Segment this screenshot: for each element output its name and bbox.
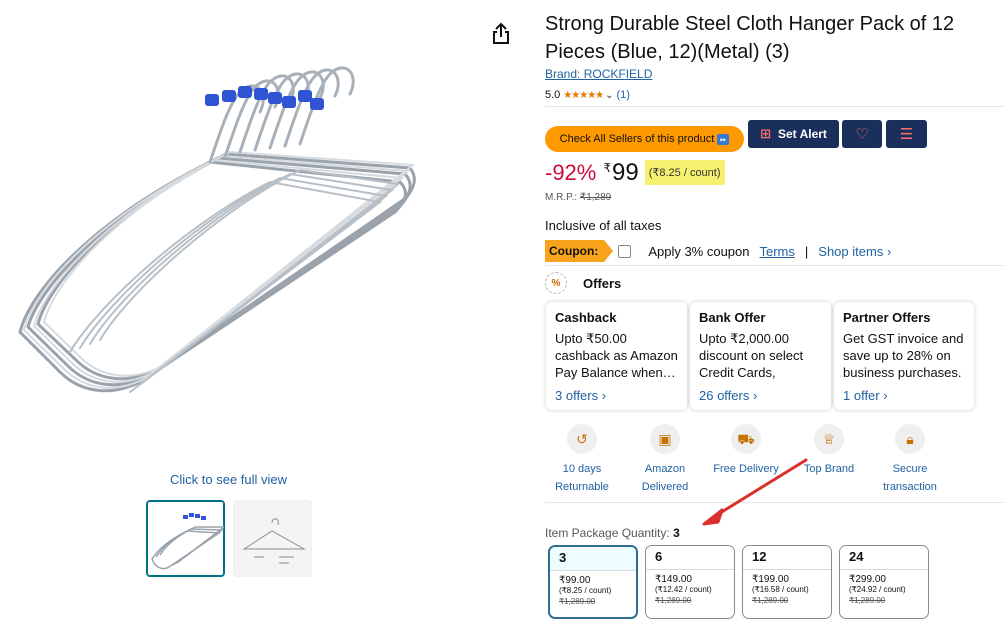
star-rating-icon[interactable]: ★★★★★: [563, 90, 604, 101]
quantity-option-mrp: ₹1,289.00: [559, 597, 596, 606]
quantity-option-12[interactable]: 12 ₹199.00 (₹16.58 / count) ₹1,289.00: [742, 545, 832, 619]
quantity-option-qty: 12: [743, 546, 831, 570]
product-main-image[interactable]: [10, 52, 430, 412]
currency-symbol: ₹: [603, 161, 611, 175]
annotation-arrow-icon: [702, 458, 808, 526]
delivery-icon: ▣: [650, 424, 680, 454]
perk-line2: Returnable: [555, 481, 609, 493]
quantity-option-unit: (₹16.58 / count): [752, 585, 809, 594]
rating-row: 5.0 ★★★★★ ⌄ (1): [545, 89, 630, 101]
see-full-view-link[interactable]: Click to see full view: [170, 472, 287, 487]
chevron-down-icon[interactable]: ⌄: [605, 90, 613, 101]
offer-card-partner[interactable]: Partner Offers Get GST invoice and save …: [834, 302, 974, 410]
quantity-option-qty: 6: [646, 546, 734, 570]
price-value: 99: [612, 159, 639, 186]
offer-description: Upto ₹50.00 cashback as Amazon Pay Balan…: [555, 331, 678, 380]
divider: [545, 106, 1004, 107]
brand-link[interactable]: Brand: ROCKFIELD: [545, 67, 652, 81]
shop-items-link[interactable]: Shop items ›: [818, 244, 891, 259]
perk-line2: Delivered: [641, 481, 689, 493]
perk-returnable[interactable]: ↺ 10 days Returnable: [541, 424, 623, 496]
offer-title: Bank Offer: [699, 310, 766, 325]
per-unit-price: (₹8.25 / count): [644, 160, 725, 185]
perk-line1: Secure: [892, 463, 928, 475]
offer-link[interactable]: 26 offers ›: [699, 388, 822, 403]
quantity-option-qty: 3: [550, 547, 636, 571]
mrp-value: ₹1,289: [579, 192, 612, 203]
divider: [545, 265, 1004, 266]
quantity-option-mrp: ₹1,289.00: [655, 596, 692, 605]
check-all-sellers-button[interactable]: Check All Sellers of this product ⏩︎: [545, 126, 744, 152]
ipq-selected-value: 3: [673, 526, 680, 540]
perk-line1: 10 days: [562, 463, 602, 475]
coupon-checkbox[interactable]: [618, 244, 632, 258]
offer-link[interactable]: 1 offer ›: [843, 388, 965, 403]
mrp-label: M.R.P.:: [545, 192, 580, 203]
quantity-option-price: ₹99.00: [559, 575, 591, 586]
perk-amazon-delivered[interactable]: ▣ Amazon Delivered: [624, 424, 706, 496]
offer-link[interactable]: 3 offers ›: [555, 388, 678, 403]
list-button[interactable]: ☰: [886, 120, 927, 148]
item-package-quantity-label: Item Package Quantity: 3: [545, 526, 680, 540]
quantity-option-unit: (₹12.42 / count): [655, 585, 712, 594]
wishlist-button[interactable]: ♡: [842, 120, 882, 148]
quantity-option-unit: (₹24.92 / count): [849, 585, 906, 594]
coupon-terms-link[interactable]: Terms: [760, 244, 795, 259]
coupon-text: Apply 3% coupon: [648, 243, 750, 259]
offer-description: Get GST invoice and save up to 28% on bu…: [843, 331, 964, 380]
set-alert-button[interactable]: ⊞ Set Alert: [748, 120, 839, 148]
lock-icon: 🔒︎: [895, 424, 925, 454]
quantity-option-qty: 24: [840, 546, 928, 570]
thumbnail-diagram-image: [242, 518, 306, 564]
offers-percent-icon: %: [545, 272, 567, 294]
coupon-row: Coupon: Apply 3% coupon Terms | Shop ite…: [545, 240, 891, 262]
perk-line1: Amazon: [644, 463, 686, 475]
discount-percent: -92%: [545, 160, 597, 185]
perk-line2: transaction: [883, 481, 937, 493]
quantity-option-mrp: ₹1,289.00: [752, 596, 789, 605]
quantity-option-price: ₹199.00: [752, 574, 789, 585]
coupon-separator: |: [804, 243, 809, 259]
mrp: M.R.P.: ₹1,289: [545, 192, 611, 203]
thumbnail-1[interactable]: [146, 500, 225, 577]
plus-square-icon: ⊞: [760, 126, 771, 141]
check-sellers-label: Check All Sellers of this product: [559, 133, 715, 145]
quantity-option-price: ₹299.00: [849, 574, 886, 585]
quantity-option-3[interactable]: 3 ₹99.00 (₹8.25 / count) ₹1,289.00: [548, 545, 638, 619]
top-brand-icon: ♕: [814, 424, 844, 454]
offer-card-cashback[interactable]: Cashback Upto ₹50.00 cashback as Amazon …: [546, 302, 687, 410]
offers-header: % Offers: [545, 272, 621, 294]
heart-icon: ♡: [855, 126, 869, 143]
price-row: -92% ₹ 99 (₹8.25 / count): [545, 158, 725, 188]
offer-card-bank[interactable]: Bank Offer Upto ₹2,000.00 discount on se…: [690, 302, 831, 410]
thumbnail-2[interactable]: [233, 500, 312, 577]
coupon-badge: Coupon:: [545, 240, 614, 262]
offer-title: Cashback: [555, 310, 617, 325]
rating-count-link[interactable]: (1): [617, 89, 630, 101]
return-icon: ↺: [567, 424, 597, 454]
offer-description: Upto ₹2,000.00 discount on select Credit…: [699, 331, 804, 380]
product-title: Strong Durable Steel Cloth Hanger Pack o…: [545, 13, 955, 63]
rating-value: 5.0: [545, 89, 561, 101]
thumbnail-hanger-image: [151, 513, 224, 570]
quantity-option-unit: (₹8.25 / count): [559, 586, 612, 595]
quantity-option-24[interactable]: 24 ₹299.00 (₹24.92 / count) ₹1,289.00: [839, 545, 929, 619]
perk-secure-transaction[interactable]: 🔒︎ Secure transaction: [869, 424, 951, 496]
set-alert-label: Set Alert: [778, 127, 827, 141]
share-icon[interactable]: [490, 22, 512, 46]
taxes-note: Inclusive of all taxes: [545, 218, 662, 233]
offer-title: Partner Offers: [843, 310, 931, 325]
list-icon: ☰: [899, 126, 914, 143]
offers-heading: Offers: [583, 275, 622, 291]
truck-icon: ⛟: [731, 424, 761, 454]
quantity-option-price: ₹149.00: [655, 574, 692, 585]
ipq-label: Item Package Quantity:: [545, 526, 674, 540]
quantity-option-6[interactable]: 6 ₹149.00 (₹12.42 / count) ₹1,289.00: [645, 545, 735, 619]
quantity-option-mrp: ₹1,289.00: [849, 596, 886, 605]
fast-forward-icon: ⏩︎: [717, 133, 730, 145]
